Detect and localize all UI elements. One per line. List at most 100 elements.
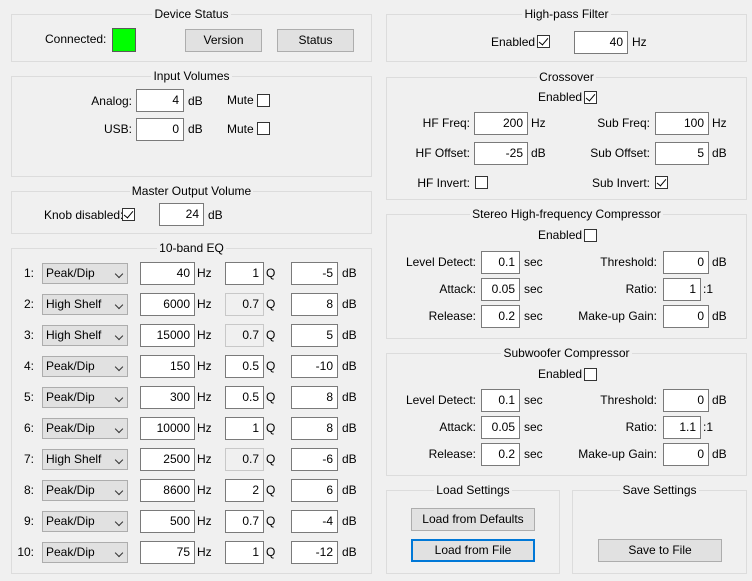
sub-invert-checkbox[interactable] [655, 176, 668, 189]
eq-band-freq-input[interactable]: 500 [140, 510, 195, 533]
connected-label: Connected: [45, 32, 107, 46]
eq-band-freq-input[interactable]: 2500 [140, 448, 195, 471]
sub-offset-db-unit: dB [712, 146, 727, 160]
sub-comp-enabled-checkbox[interactable] [584, 368, 597, 381]
crossover-enabled-checkbox[interactable] [584, 91, 597, 104]
eq-band-gain-input[interactable]: 8 [291, 386, 338, 409]
highpass-freq-input[interactable]: 40 [574, 31, 628, 54]
hf-freq-input[interactable]: 200 [474, 112, 528, 135]
highpass-hz-unit: Hz [632, 35, 647, 49]
eq-band-type-select[interactable]: High Shelf [42, 449, 128, 470]
sub-invert-label: Sub Invert: [591, 176, 650, 190]
eq-band-q-input[interactable]: 1 [225, 541, 264, 564]
sub-offset-input[interactable]: 5 [655, 142, 709, 165]
eq-band-type-select[interactable]: Peak/Dip [42, 418, 128, 439]
eq-band-type-select[interactable]: Peak/Dip [42, 263, 128, 284]
sub-comp-ratio-input[interactable]: 1.1 [663, 416, 701, 439]
sub-comp-release-input[interactable]: 0.2 [481, 443, 520, 466]
eq-band-gain-input[interactable]: 6 [291, 479, 338, 502]
sub-comp-level-detect-input[interactable]: 0.1 [481, 389, 520, 412]
eq-band-freq-input[interactable]: 6000 [140, 293, 195, 316]
eq-band-freq-input[interactable]: 15000 [140, 324, 195, 347]
eq-band-gain-input[interactable]: -5 [291, 262, 338, 285]
analog-volume-input[interactable]: 4 [136, 89, 184, 112]
eq-band-gain-input[interactable]: 8 [291, 417, 338, 440]
sub-comp-makeup-db-unit: dB [712, 447, 727, 461]
hf-comp-ratio-input[interactable]: 1 [663, 278, 701, 301]
eq-band-gain-input[interactable]: -4 [291, 510, 338, 533]
sub-comp-attack-input[interactable]: 0.05 [481, 416, 520, 439]
eq-band-q-input[interactable]: 0.5 [225, 355, 264, 378]
eq-band-freq-input[interactable]: 8600 [140, 479, 195, 502]
eq-band-q-input[interactable]: 2 [225, 479, 264, 502]
save-to-file-button[interactable]: Save to File [598, 539, 722, 562]
eq-band-hz-unit: Hz [197, 266, 212, 280]
eq-band-gain-input[interactable]: -10 [291, 355, 338, 378]
crossover-enabled-label: Enabled [538, 90, 583, 104]
eq-band-type-select[interactable]: Peak/Dip [42, 356, 128, 377]
eq-band-type-value: High Shelf [46, 297, 102, 311]
status-button[interactable]: Status [277, 29, 354, 52]
sub-comp-threshold-input[interactable]: 0 [663, 389, 709, 412]
eq-band-q-input[interactable]: 0.7 [225, 510, 264, 533]
sub-comp-attack-sec-unit: sec [524, 420, 543, 434]
eq-band-freq-input[interactable]: 10000 [140, 417, 195, 440]
analog-mute-checkbox[interactable] [257, 94, 270, 107]
hf-comp-enabled-checkbox[interactable] [584, 229, 597, 242]
hf-comp-makeup-input[interactable]: 0 [663, 305, 709, 328]
eq-band-db-unit: dB [342, 359, 357, 373]
eq-band-freq-input[interactable]: 40 [140, 262, 195, 285]
usb-mute-checkbox[interactable] [257, 122, 270, 135]
knob-disabled-checkbox[interactable] [122, 208, 135, 221]
sub-comp-makeup-input[interactable]: 0 [663, 443, 709, 466]
hf-comp-release-input[interactable]: 0.2 [481, 305, 520, 328]
eq-band-number: 5: [23, 390, 34, 404]
eq-band-type-select[interactable]: Peak/Dip [42, 480, 128, 501]
eq-band-q-input[interactable]: 1 [225, 262, 264, 285]
eq-band-freq-input[interactable]: 75 [140, 541, 195, 564]
sub-compressor-group: Subwoofer Compressor Enabled Level Detec… [386, 346, 747, 476]
hf-comp-level-detect-input[interactable]: 0.1 [481, 251, 520, 274]
sub-freq-input[interactable]: 100 [655, 112, 709, 135]
eq-band-type-value: High Shelf [46, 328, 102, 342]
chevron-down-icon [114, 548, 124, 558]
hf-comp-attack-input[interactable]: 0.05 [481, 278, 520, 301]
highpass-group: High-pass Filter Enabled 40 Hz [386, 7, 747, 62]
eq-band-q-input[interactable]: 0.7 [225, 324, 264, 347]
version-button[interactable]: Version [185, 29, 262, 52]
hf-invert-checkbox[interactable] [475, 176, 488, 189]
hf-comp-makeup-db-unit: dB [712, 309, 727, 323]
eq-band-type-value: Peak/Dip [46, 421, 95, 435]
usb-volume-input[interactable]: 0 [136, 118, 184, 141]
eq-band-q-input[interactable]: 0.5 [225, 386, 264, 409]
load-from-defaults-button[interactable]: Load from Defaults [411, 508, 535, 531]
eq-band-type-select[interactable]: Peak/Dip [42, 542, 128, 563]
eq-band-q-unit: Q [266, 452, 276, 466]
eq-band-hz-unit: Hz [197, 328, 212, 342]
chevron-down-icon [114, 517, 124, 527]
eq-band-gain-input[interactable]: -6 [291, 448, 338, 471]
eq-band-type-select[interactable]: High Shelf [42, 325, 128, 346]
hf-comp-threshold-input[interactable]: 0 [663, 251, 709, 274]
eq-band-type-select[interactable]: High Shelf [42, 294, 128, 315]
master-volume-group: Master Output Volume Knob disabled: 24 d… [11, 184, 372, 234]
hf-comp-release-sec-unit: sec [524, 309, 543, 323]
eq-band-gain-input[interactable]: 5 [291, 324, 338, 347]
eq-band-type-value: Peak/Dip [46, 266, 95, 280]
eq-band-hz-unit: Hz [197, 483, 212, 497]
load-from-file-button[interactable]: Load from File [411, 539, 535, 562]
eq-band-freq-input[interactable]: 150 [140, 355, 195, 378]
eq-band-type-select[interactable]: Peak/Dip [42, 387, 128, 408]
eq-band-gain-input[interactable]: 8 [291, 293, 338, 316]
eq-band-q-input[interactable]: 0.7 [225, 293, 264, 316]
master-volume-input[interactable]: 24 [159, 203, 204, 226]
hf-offset-input[interactable]: -25 [474, 142, 528, 165]
eq-band-freq-input[interactable]: 300 [140, 386, 195, 409]
eq-band-type-select[interactable]: Peak/Dip [42, 511, 128, 532]
eq-band-hz-unit: Hz [197, 545, 212, 559]
eq-band-q-input[interactable]: 1 [225, 417, 264, 440]
eq-band-gain-input[interactable]: -12 [291, 541, 338, 564]
eq-band-q-input[interactable]: 0.7 [225, 448, 264, 471]
highpass-enabled-checkbox[interactable] [537, 35, 550, 48]
hf-offset-label: HF Offset: [415, 146, 470, 160]
